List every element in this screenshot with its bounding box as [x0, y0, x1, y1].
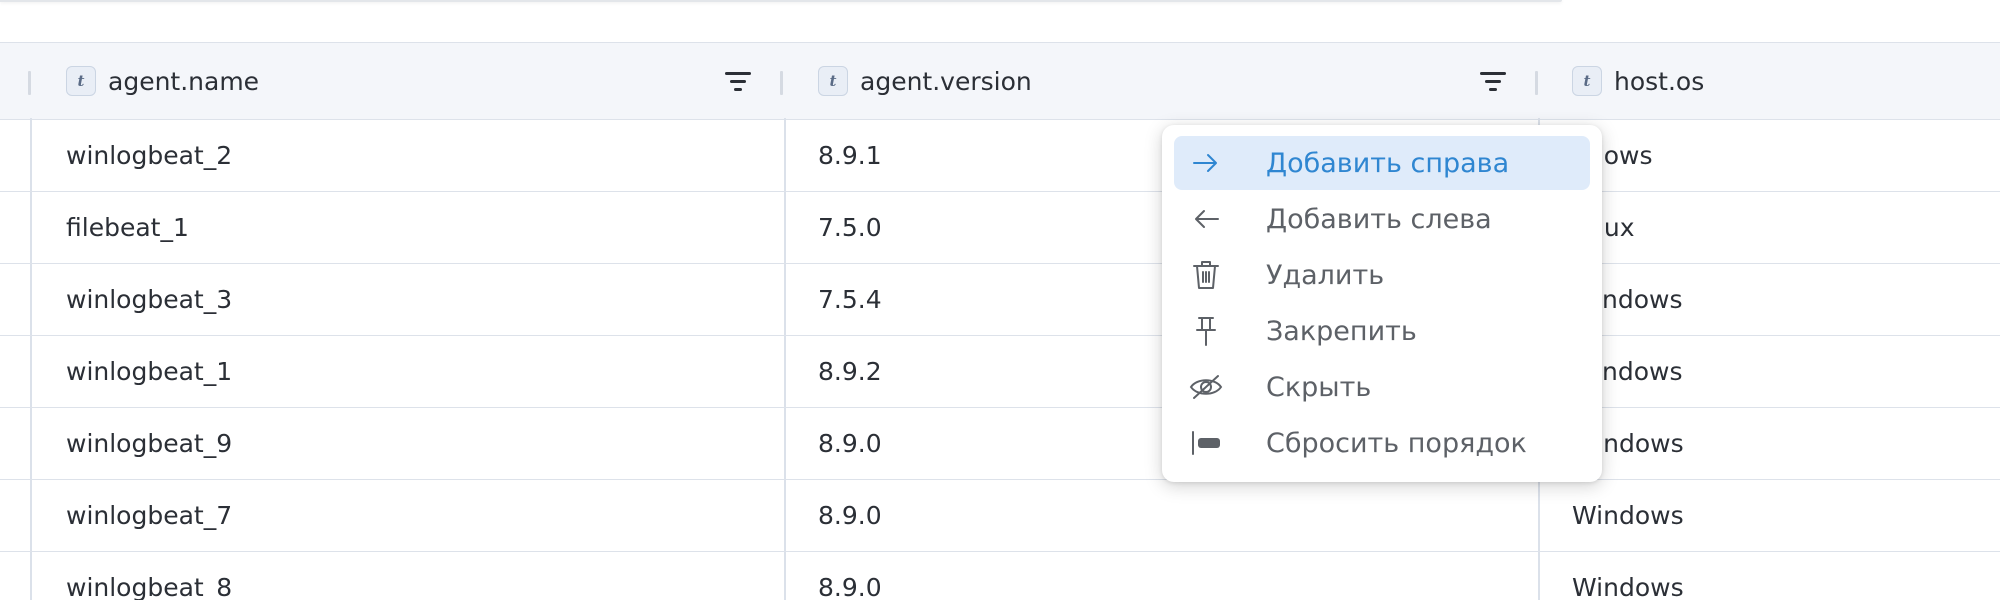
- cell-agent-name: winlogbeat_2: [66, 140, 233, 170]
- column-header-host-os[interactable]: t host.os: [1572, 43, 1704, 119]
- menu-item-add-right[interactable]: Добавить справа: [1174, 136, 1590, 190]
- table-row[interactable]: winlogbeat_8 8.9.0 Windows: [0, 551, 2000, 600]
- grid-header: t agent.name t agent.version t host.os: [0, 42, 2000, 120]
- top-panel-edge: [0, 0, 1562, 2]
- cell-agent-version: 8.9.0: [818, 500, 882, 530]
- cell-host-os: Windows: [1572, 500, 1684, 530]
- filter-icon[interactable]: [1478, 69, 1508, 95]
- filter-icon[interactable]: [723, 69, 753, 95]
- menu-item-label: Добавить справа: [1266, 147, 1510, 179]
- cell-agent-version: 7.5.4: [818, 284, 882, 314]
- column-header-agent-version[interactable]: t agent.version: [818, 43, 1032, 119]
- column-header-label: host.os: [1614, 66, 1705, 96]
- cell-agent-version: 8.9.0: [818, 572, 882, 600]
- text-type-icon: t: [818, 66, 848, 96]
- table-row[interactable]: winlogbeat_3 7.5.4 ndows: [0, 263, 2000, 336]
- menu-item-pin[interactable]: Закрепить: [1174, 304, 1590, 358]
- cell-agent-name: winlogbeat_9: [66, 428, 233, 458]
- cell-agent-name: winlogbeat_1: [66, 356, 233, 386]
- cell-agent-name: winlogbeat_3: [66, 284, 233, 314]
- column-header-label: agent.name: [108, 66, 260, 96]
- column-resize-handle[interactable]: [28, 71, 31, 95]
- column-resize-handle[interactable]: [1535, 71, 1538, 95]
- text-type-icon: t: [1572, 66, 1602, 96]
- cell-host-os: ndows: [1602, 356, 1683, 386]
- menu-item-label: Скрыть: [1266, 371, 1372, 403]
- table-row[interactable]: winlogbeat_2 8.9.1 ndows: [0, 119, 2000, 192]
- cell-agent-name: filebeat_1: [66, 212, 189, 242]
- cell-agent-version: 8.9.0: [818, 428, 882, 458]
- menu-item-add-left[interactable]: Добавить слева: [1174, 192, 1590, 246]
- reset-order-icon: [1188, 425, 1224, 461]
- column-context-menu: Добавить справа Добавить слева Удалить З…: [1162, 125, 1602, 482]
- cell-agent-version: 8.9.2: [818, 356, 882, 386]
- table-row[interactable]: filebeat_1 7.5.0 nux: [0, 191, 2000, 264]
- menu-item-label: Удалить: [1266, 259, 1385, 291]
- menu-item-hide[interactable]: Скрыть: [1174, 360, 1590, 414]
- cell-agent-version: 7.5.0: [818, 212, 882, 242]
- cell-host-os: ndows: [1602, 284, 1683, 314]
- column-resize-handle[interactable]: [780, 71, 783, 95]
- menu-item-label: Сбросить порядок: [1266, 427, 1527, 459]
- menu-item-label: Закрепить: [1266, 315, 1417, 347]
- menu-item-label: Добавить слева: [1266, 203, 1492, 235]
- eye-off-icon: [1188, 369, 1224, 405]
- cell-agent-version: 8.9.1: [818, 140, 882, 170]
- data-grid: t agent.name t agent.version t host.os w…: [0, 42, 2000, 600]
- arrow-left-icon: [1188, 201, 1224, 237]
- pin-icon: [1188, 313, 1224, 349]
- column-header-agent-name[interactable]: t agent.name: [66, 43, 259, 119]
- table-row[interactable]: winlogbeat_1 8.9.2 ndows: [0, 335, 2000, 408]
- table-row[interactable]: winlogbeat_7 8.9.0 Windows: [0, 479, 2000, 552]
- menu-item-delete[interactable]: Удалить: [1174, 248, 1590, 302]
- cell-host-os: Windows: [1572, 572, 1684, 600]
- text-type-icon: t: [66, 66, 96, 96]
- table-row[interactable]: winlogbeat_9 8.9.0 Windows: [0, 407, 2000, 480]
- column-header-label: agent.version: [860, 66, 1032, 96]
- cell-agent-name: winlogbeat_8: [66, 572, 233, 600]
- cell-agent-name: winlogbeat_7: [66, 500, 233, 530]
- trash-icon: [1188, 257, 1224, 293]
- menu-item-reset-order[interactable]: Сбросить порядок: [1174, 416, 1590, 470]
- arrow-right-icon: [1188, 145, 1224, 181]
